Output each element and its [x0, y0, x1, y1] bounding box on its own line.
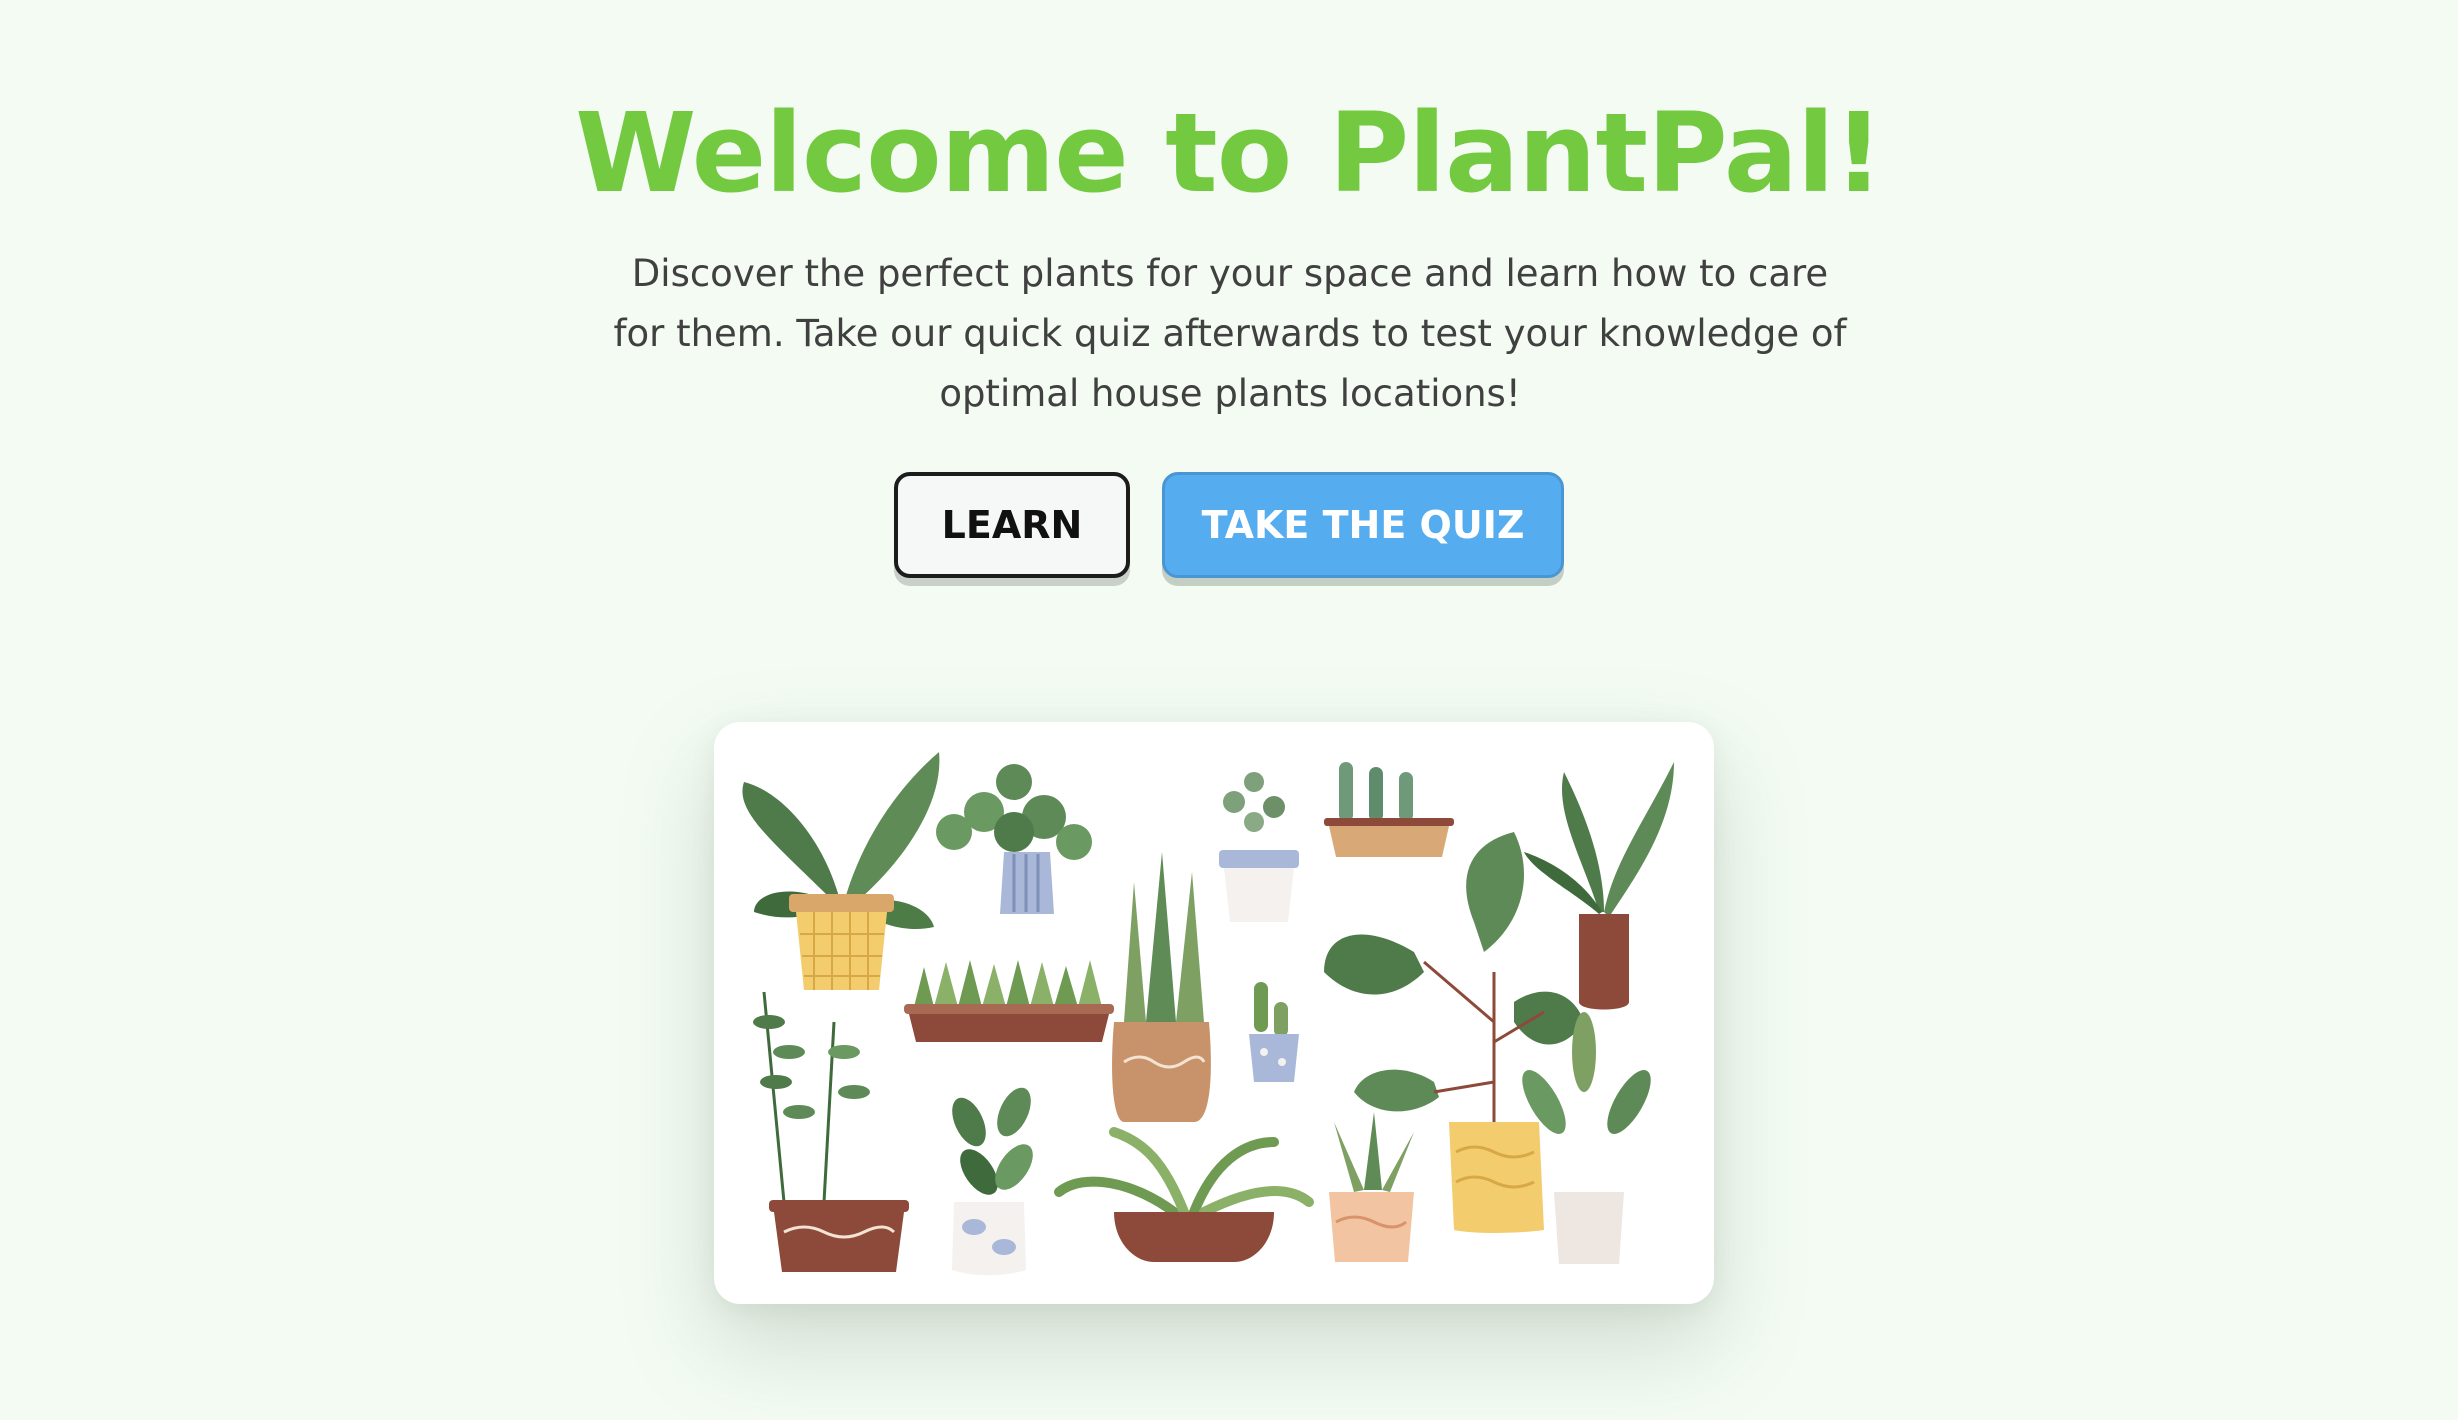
small-cactus-blue-pot-icon [1249, 982, 1299, 1082]
houseplants-illustration [742, 752, 1674, 1276]
page-title: Welcome to PlantPal! [575, 89, 1884, 217]
palm-plant-brown-pot-icon [1524, 762, 1674, 1010]
plants-illustration-card [714, 722, 1714, 1304]
page-description: Discover the perfect plants for your spa… [613, 252, 1847, 415]
small-plant-white-pot-icon [1219, 772, 1299, 922]
take-quiz-button[interactable]: TAKE THE QUIZ [1162, 472, 1564, 578]
learn-button[interactable]: LEARN [894, 472, 1130, 578]
snake-plant-planter-icon [904, 960, 1114, 1042]
zz-plant-brown-pot-icon [753, 991, 909, 1272]
aloe-plant-pink-pot-icon [1329, 1112, 1414, 1262]
spider-plant-bowl-icon [1054, 1127, 1314, 1262]
monstera-plant-icon [1324, 832, 1584, 1233]
cactus-planter-icon [1324, 762, 1454, 857]
rubber-plant-pot-icon [952, 1087, 1033, 1276]
action-buttons: LEARN TAKE THE QUIZ [0, 472, 2458, 578]
bushy-plant-blue-pot-icon [936, 764, 1092, 914]
tall-sansevieria-pot-icon [1112, 852, 1211, 1122]
leafy-plant-yellow-pot-icon [742, 752, 940, 990]
